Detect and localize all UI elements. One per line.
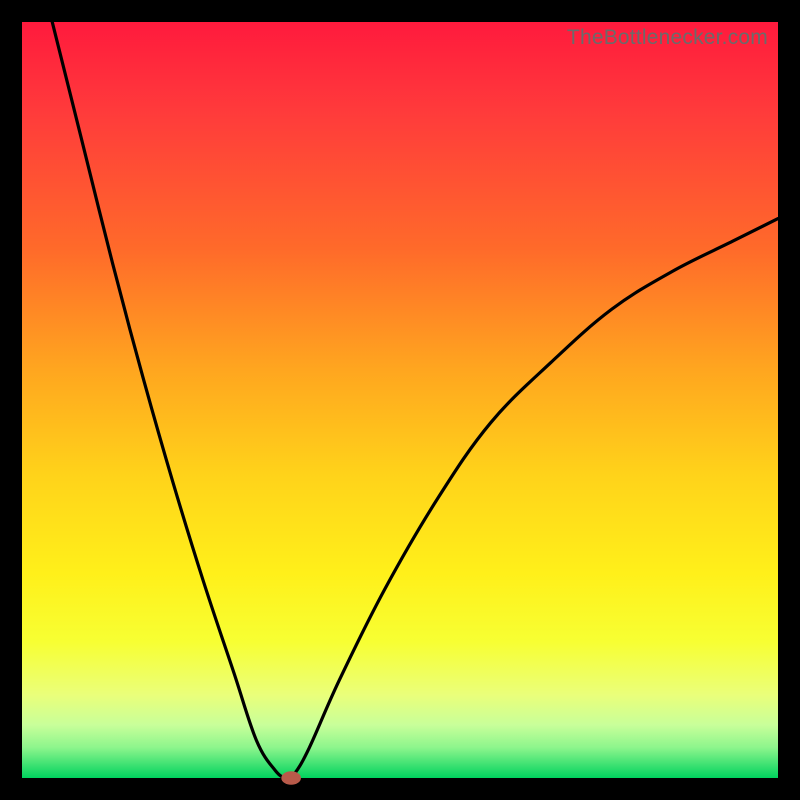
gradient-plot-area: TheBottlenecker.com — [22, 22, 778, 778]
bottleneck-curve-svg — [22, 22, 778, 778]
optimum-marker — [281, 771, 301, 785]
bottleneck-curve-path — [52, 22, 778, 779]
chart-frame: TheBottlenecker.com — [0, 0, 800, 800]
